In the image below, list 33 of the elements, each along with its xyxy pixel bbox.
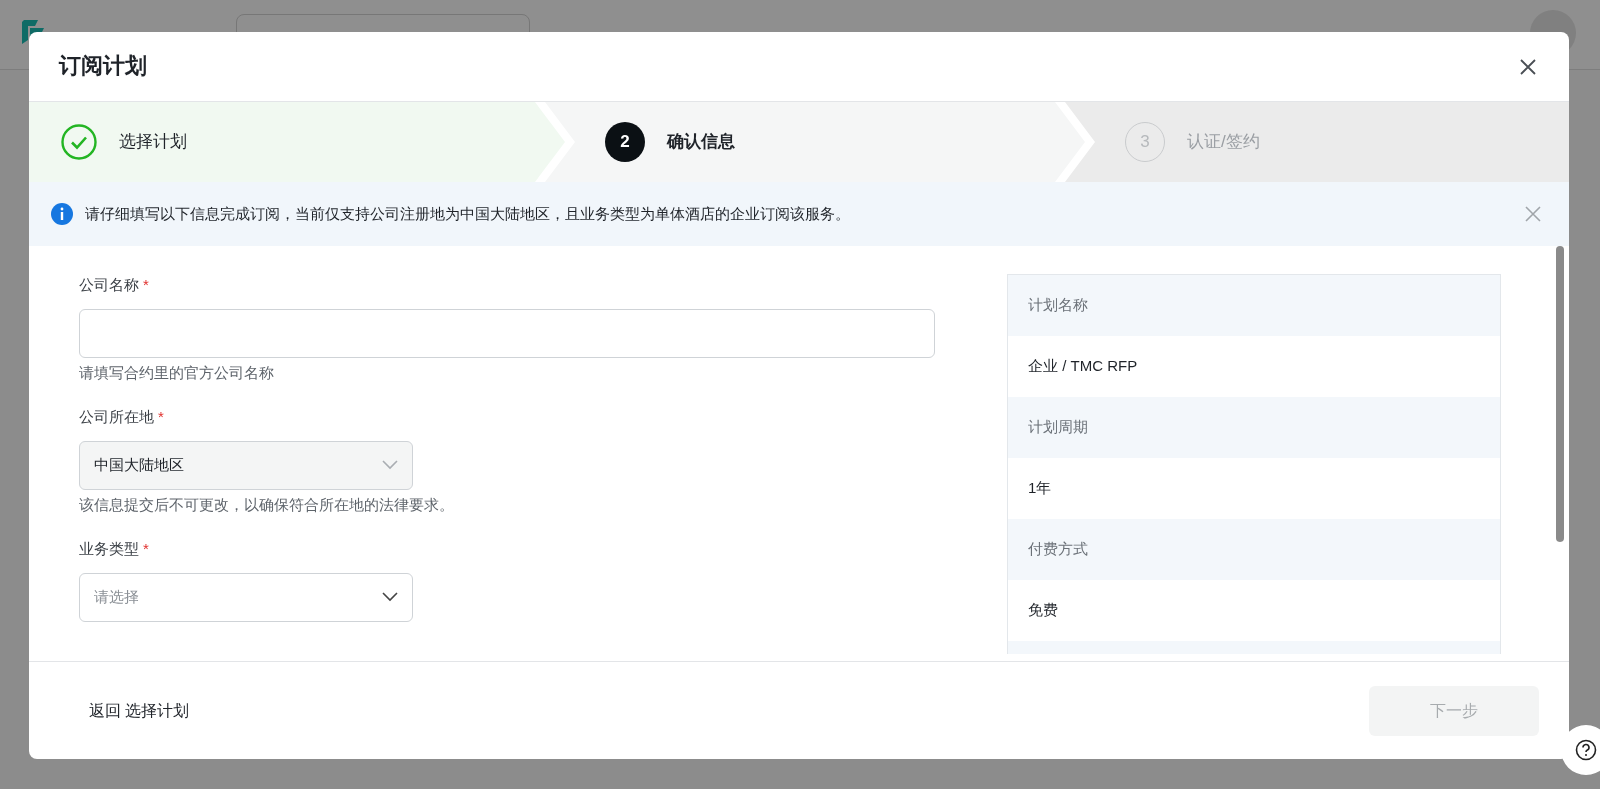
help-text: 该信息提交后不可更改，以确保符合所在地的法律要求。 (79, 494, 455, 515)
summary-label: 付费方式 (1008, 519, 1500, 580)
help-icon (1575, 739, 1597, 761)
field-label: 业务类型 (79, 540, 139, 557)
check-icon (61, 124, 97, 160)
dialog-title: 订阅计划 (59, 53, 147, 80)
step-label: 认证/签约 (1187, 131, 1260, 154)
required-mark: * (158, 408, 164, 425)
summary-value: 1年 (1027, 478, 1053, 499)
field-label: 公司名称 (79, 276, 139, 293)
summary-label: 计划名称 (1008, 275, 1500, 336)
chevron-down-icon (382, 460, 398, 470)
step-label: 确认信息 (667, 131, 735, 154)
required-mark: * (143, 276, 149, 293)
summary-value: 企业 / TMC RFP (1027, 356, 1139, 377)
help-text: 请填写合约里的官方公司名称 (79, 362, 275, 383)
step-label: 选择计划 (119, 131, 187, 154)
back-link[interactable]: 返回 选择计划 (89, 698, 190, 723)
info-icon (51, 203, 73, 225)
summary-value: 免费 (1027, 600, 1059, 621)
close-icon (1519, 57, 1537, 76)
required-mark: * (143, 540, 149, 557)
step[interactable]: 选择计划 (29, 102, 565, 182)
step-number: 2 (605, 122, 645, 162)
close-icon (1525, 206, 1541, 222)
input-field[interactable] (79, 308, 935, 358)
step[interactable]: 2 确认信息 (545, 102, 1085, 182)
summary-label: 计划周期 (1008, 397, 1500, 458)
alert-text: 请仔细填写以下信息完成订阅，当前仅支持公司注册地为中国大陆地区，且业务类型为单体酒店的企业订阅该服务。 (85, 203, 851, 224)
help-button[interactable] (1561, 725, 1600, 775)
scrollbar[interactable] (1556, 246, 1564, 542)
chevron-down-icon (382, 592, 398, 602)
field-label: 公司所在地 (79, 408, 154, 425)
